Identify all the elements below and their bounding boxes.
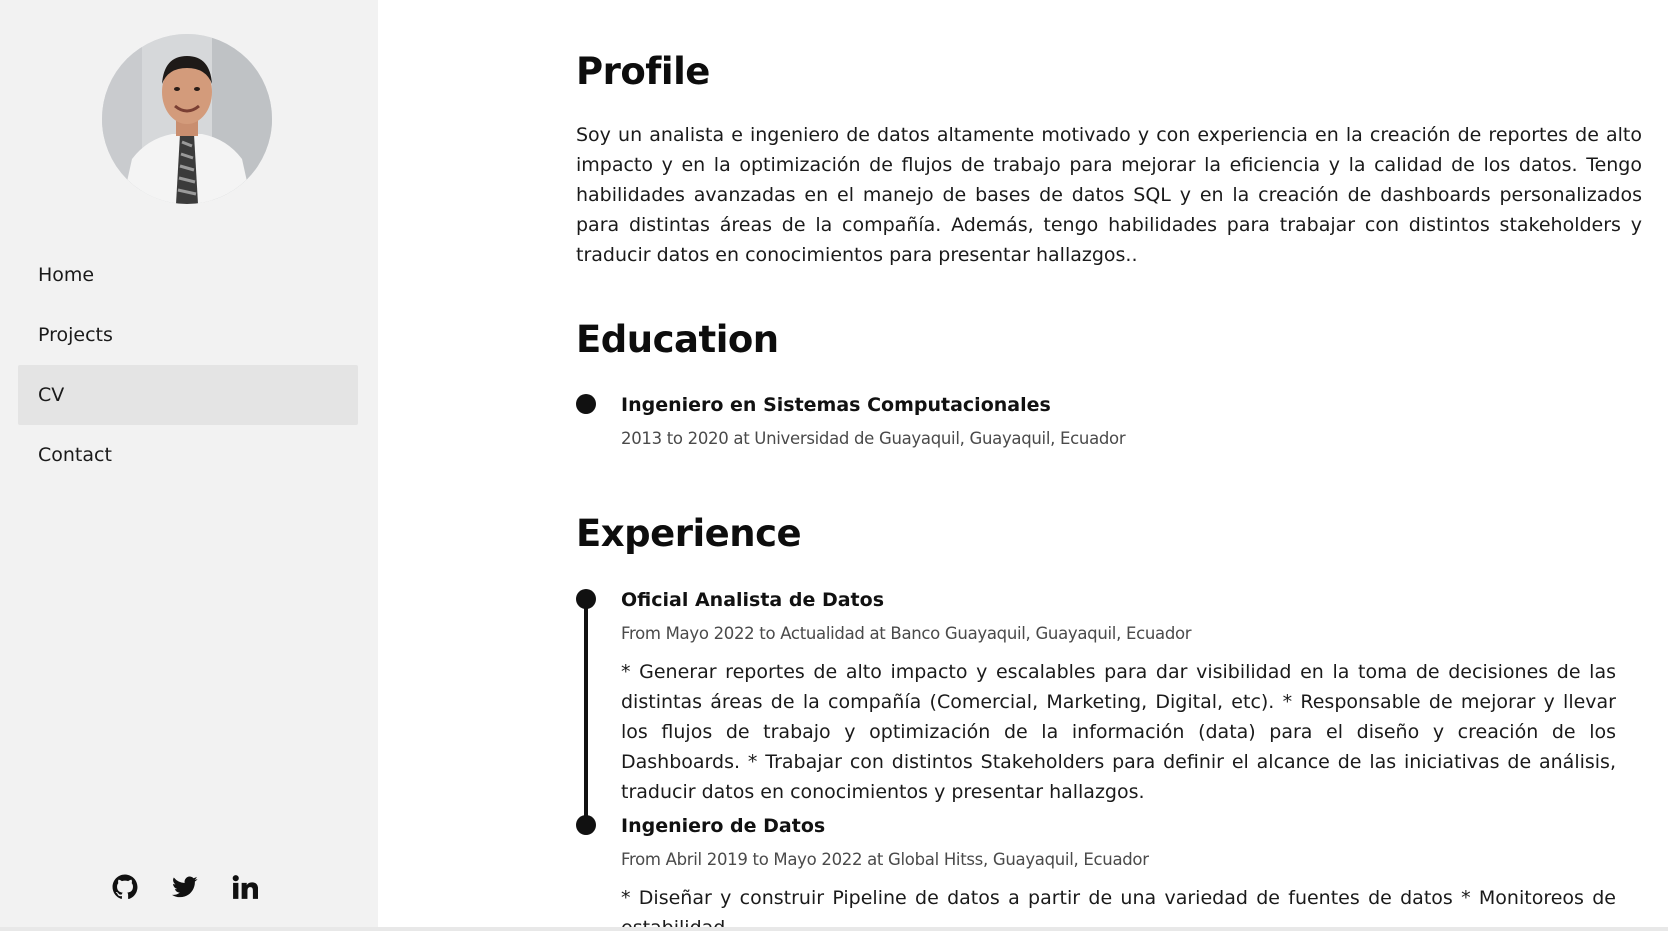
github-icon[interactable] xyxy=(110,872,140,902)
education-degree: Ingeniero en Sistemas Computacionales xyxy=(621,394,1051,416)
nav-item-projects[interactable]: Projects xyxy=(18,305,358,365)
nav-item-home[interactable]: Home xyxy=(18,245,358,305)
twitter-icon[interactable] xyxy=(170,872,200,902)
experience-item: Oficial Analista de Datos From Mayo 2022… xyxy=(576,585,1642,807)
education-item: Ingeniero en Sistemas Computacionales 20… xyxy=(576,390,1642,452)
education-details: 2013 to 2020 at Universidad de Guayaquil… xyxy=(621,429,1126,448)
experience-details: From Abril 2019 to Mayo 2022 at Global H… xyxy=(621,850,1149,869)
avatar xyxy=(102,34,272,204)
nav-item-contact[interactable]: Contact xyxy=(18,425,358,485)
profile-description: Soy un analista e ingeniero de datos alt… xyxy=(576,124,1642,266)
experience-item: Ingeniero de Datos From Abril 2019 to Ma… xyxy=(576,811,1642,927)
profile-heading: Profile xyxy=(576,50,710,93)
social-links xyxy=(110,870,270,904)
nav-item-cv[interactable]: CV xyxy=(18,365,358,425)
experience-role: Oficial Analista de Datos xyxy=(621,589,885,611)
experience-timeline: Oficial Analista de Datos From Mayo 2022… xyxy=(576,585,1642,927)
main-content: Profile Soy un analista e ingeniero de d… xyxy=(576,0,1642,927)
sidebar: Home Projects CV Contact xyxy=(0,0,378,927)
page-bottom-border xyxy=(0,927,1668,931)
experience-role: Ingeniero de Datos xyxy=(621,815,826,837)
experience-description: * Diseñar y construir Pipeline de datos … xyxy=(621,887,1616,927)
profile-photo xyxy=(102,34,272,204)
experience-details: From Mayo 2022 to Actualidad at Banco Gu… xyxy=(621,624,1192,643)
experience-heading: Experience xyxy=(576,512,802,555)
education-heading: Education xyxy=(576,318,779,361)
education-timeline: Ingeniero en Sistemas Computacionales 20… xyxy=(576,390,1642,452)
timeline-dot xyxy=(576,589,596,609)
experience-description: * Generar reportes de alto impacto y esc… xyxy=(621,661,1616,803)
sidebar-nav: Home Projects CV Contact xyxy=(18,245,358,485)
timeline-dot xyxy=(576,815,596,835)
linkedin-icon[interactable] xyxy=(230,872,260,902)
timeline-dot xyxy=(576,394,596,414)
